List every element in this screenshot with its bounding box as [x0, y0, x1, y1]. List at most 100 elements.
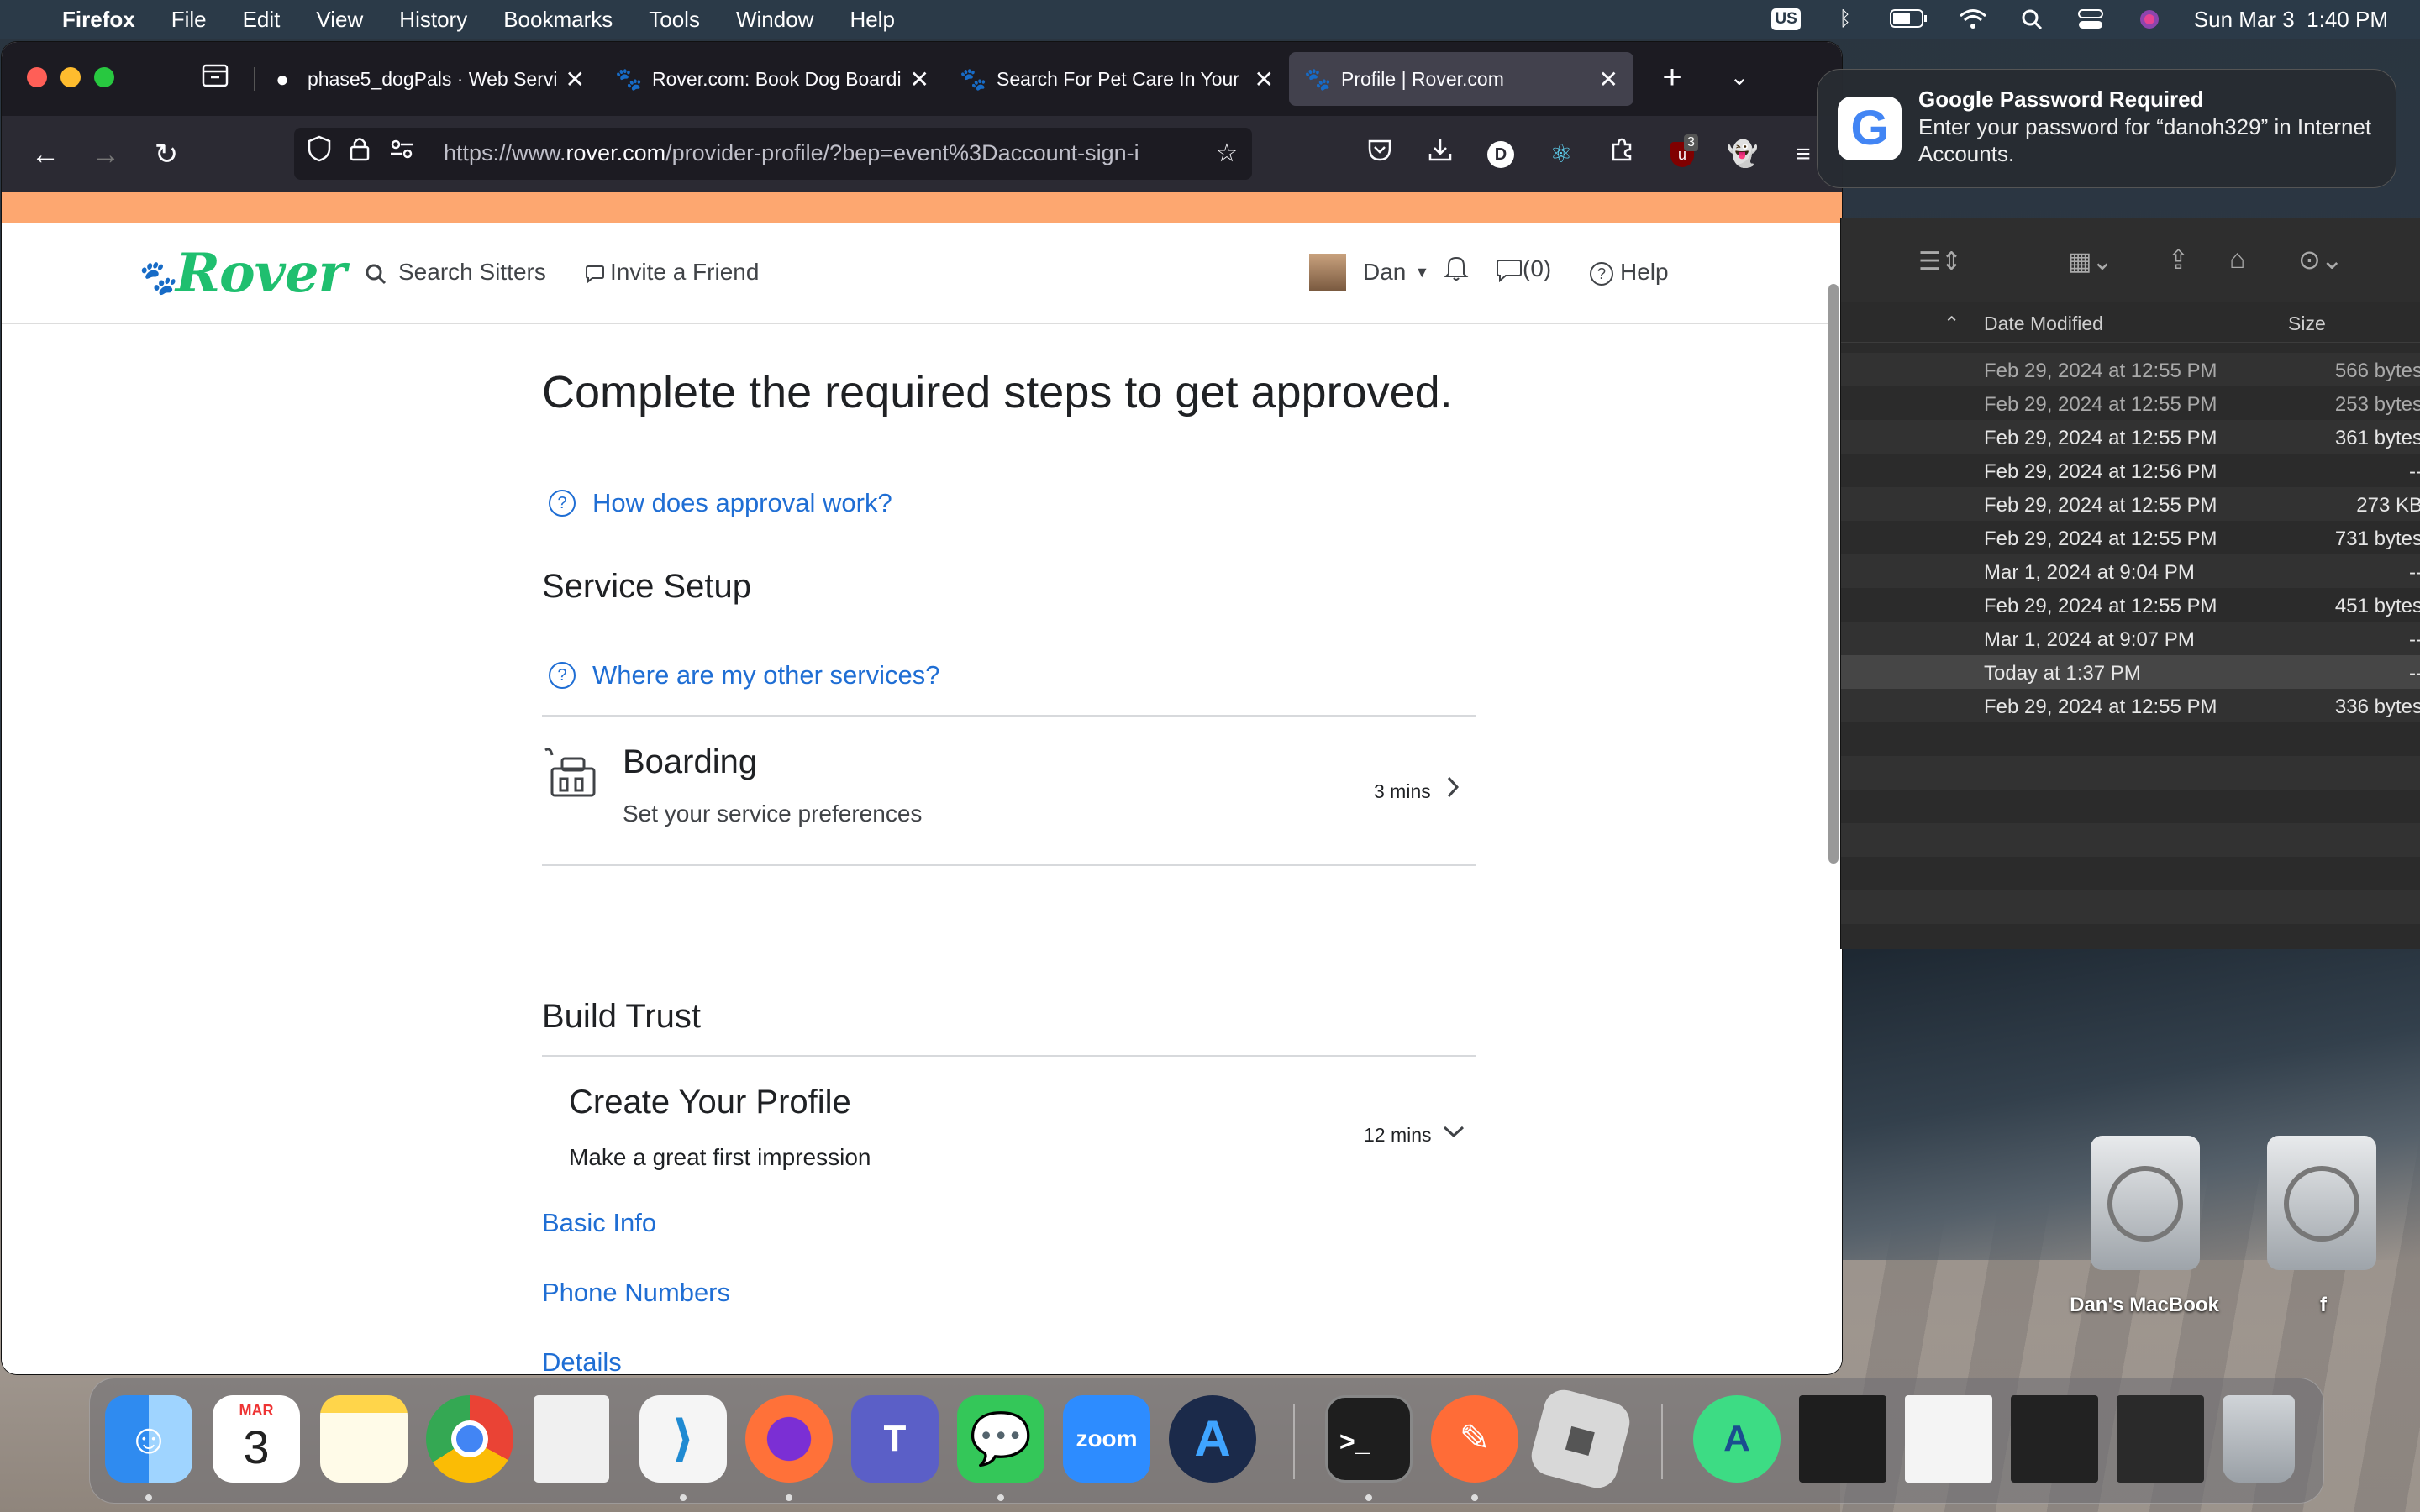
menu-file[interactable]: File	[171, 7, 207, 33]
calendar-icon[interactable]: MAR 3	[213, 1395, 300, 1483]
help-link[interactable]: ? Help	[1590, 259, 1669, 286]
pocket-icon[interactable]	[1361, 136, 1398, 173]
react-devtools-icon[interactable]: ⚛	[1543, 136, 1580, 173]
arc-icon[interactable]: A	[1169, 1395, 1256, 1483]
basic-info-link[interactable]: Basic Info	[542, 1208, 656, 1238]
phone-numbers-link[interactable]: Phone Numbers	[542, 1278, 730, 1308]
more-actions-icon[interactable]: ⊙⌄	[2298, 244, 2344, 276]
macbook-drive-label[interactable]: Dan's MacBook	[2052, 1294, 2237, 1317]
finder-row[interactable]: Feb 29, 2024 at 12:55 PM 273 KB	[1841, 487, 2420, 521]
tab-rover-search[interactable]: 🐾 Search For Pet Care In Your ✕	[944, 52, 1289, 106]
ublock-origin-icon[interactable]: u 3	[1664, 134, 1701, 173]
lock-icon[interactable]	[341, 135, 378, 172]
postman-icon[interactable]: ✎	[1431, 1395, 1518, 1483]
reload-icon[interactable]: ↻	[148, 136, 185, 173]
notes-icon[interactable]	[320, 1395, 408, 1483]
tag-icon[interactable]: ⌂	[2229, 244, 2245, 275]
how-approval-works-link[interactable]: ? How does approval work?	[542, 488, 892, 518]
details-link[interactable]: Details	[542, 1347, 622, 1374]
teams-icon[interactable]: T	[851, 1395, 939, 1483]
control-center-icon[interactable]	[2076, 8, 2105, 30]
list-all-tabs-chevron-icon[interactable]: ⌄	[1721, 59, 1758, 96]
new-tab-icon[interactable]: +	[1654, 59, 1691, 96]
finder-row[interactable]: Today at 1:37 PM--	[1841, 655, 2420, 689]
spotlight-search-icon[interactable]	[2018, 8, 2046, 30]
document-icon[interactable]	[534, 1395, 609, 1483]
finder-row[interactable]: Feb 29, 2024 at 12:56 PM--	[1841, 454, 2420, 487]
tracking-shield-icon[interactable]	[301, 135, 338, 172]
finder-icon[interactable]: ☺	[105, 1395, 192, 1483]
list-view-icon[interactable]: ☰⇕	[1918, 247, 1962, 276]
terminal-icon[interactable]: >_	[1325, 1395, 1413, 1483]
finder-row[interactable]: Feb 29, 2024 at 12:55 PM 253 bytes	[1841, 386, 2420, 420]
bluetooth-icon[interactable]: ᛒ	[1831, 8, 1860, 30]
forward-arrow-icon[interactable]: →	[87, 136, 124, 173]
close-tab-icon[interactable]: ✕	[566, 66, 585, 93]
finder-row[interactable]: Feb 29, 2024 at 12:55 PM 731 bytes	[1841, 521, 2420, 554]
ghost-extension-icon[interactable]: 👻	[1724, 136, 1761, 173]
bookmark-star-icon[interactable]: ☆	[1208, 135, 1245, 172]
tab-rover-boarding[interactable]: 🐾 Rover.com: Book Dog Boardi ✕	[600, 52, 944, 106]
firefox-icon[interactable]	[745, 1395, 833, 1483]
tab-github[interactable]: ● phase5_dogPals · Web Servi ✕	[255, 52, 600, 106]
chrome-icon[interactable]	[426, 1395, 513, 1483]
permissions-icon[interactable]	[383, 135, 420, 172]
menu-help[interactable]: Help	[850, 7, 894, 33]
create-profile-row[interactable]: Create Your Profile Make a great first i…	[542, 1057, 1476, 1208]
extensions-puzzle-icon[interactable]	[1603, 136, 1640, 173]
group-icon[interactable]: ▦⌄	[2068, 247, 2112, 276]
size-column[interactable]: Size	[2288, 312, 2326, 335]
battery-icon[interactable]	[1889, 8, 1928, 30]
f-drive-label[interactable]: f	[2302, 1294, 2344, 1317]
finder-row[interactable]: Feb 29, 2024 at 12:55 PM 566 bytes	[1841, 353, 2420, 386]
google-password-notification[interactable]: G Google Password Required Enter your pa…	[1817, 69, 2396, 188]
messages-icon[interactable]: 💬	[957, 1395, 1044, 1483]
finder-row[interactable]: Mar 1, 2024 at 9:04 PM--	[1841, 554, 2420, 588]
notifications-bell-icon[interactable]	[1444, 254, 1469, 288]
page-scrollbar[interactable]	[1828, 284, 1839, 864]
boarding-row[interactable]: Boarding Set your service preferences 3 …	[542, 717, 1476, 864]
minimize-window-button[interactable]	[60, 67, 81, 87]
messages-link[interactable]: (0)	[1496, 255, 1551, 282]
close-tab-icon[interactable]: ✕	[1255, 66, 1274, 93]
dark-reader-extension-icon[interactable]: D	[1482, 136, 1519, 173]
user-menu[interactable]: Dan ▼	[1309, 254, 1429, 291]
minimized-window-thumbnail[interactable]	[2011, 1395, 2098, 1483]
search-sitters-link[interactable]: Search Sitters	[365, 259, 546, 286]
menu-tools[interactable]: Tools	[649, 7, 700, 33]
other-services-link[interactable]: ? Where are my other services?	[542, 660, 939, 690]
menu-history[interactable]: History	[399, 7, 467, 33]
menu-window[interactable]: Window	[736, 7, 813, 33]
address-bar[interactable]: https://www.rover.com/provider-profile/?…	[294, 128, 1252, 180]
zoom-icon[interactable]: zoom	[1063, 1395, 1150, 1483]
minimized-window-thumbnail[interactable]	[1905, 1395, 1992, 1483]
vscode-icon[interactable]: ⟩	[639, 1395, 727, 1483]
trash-icon[interactable]	[2223, 1395, 2295, 1483]
macbook-drive-icon[interactable]	[2082, 1136, 2208, 1270]
finder-row[interactable]: Feb 29, 2024 at 12:55 PM 361 bytes	[1841, 420, 2420, 454]
finder-row[interactable]: Feb 29, 2024 at 12:55 PM 336 bytes	[1841, 689, 2420, 722]
firefox-view-icon[interactable]	[197, 60, 234, 97]
menu-bookmarks[interactable]: Bookmarks	[503, 7, 613, 33]
back-arrow-icon[interactable]: ←	[27, 136, 64, 173]
menu-app-name[interactable]: Firefox	[62, 7, 135, 33]
rover-logo[interactable]: 🐾Rover	[134, 242, 346, 305]
share-icon[interactable]: ⇪	[2167, 244, 2190, 276]
close-tab-icon[interactable]: ✕	[1599, 66, 1618, 93]
finder-row[interactable]: Mar 1, 2024 at 9:07 PM--	[1841, 622, 2420, 655]
input-source-icon[interactable]: US	[1771, 8, 1801, 30]
menu-view[interactable]: View	[316, 7, 363, 33]
minimized-window-thumbnail[interactable]	[1799, 1395, 1886, 1483]
maximize-window-button[interactable]	[94, 67, 114, 87]
menu-datetime[interactable]: Sun Mar 3 1:40 PM	[2194, 7, 2388, 33]
finder-row[interactable]: Feb 29, 2024 at 12:55 PM 451 bytes	[1841, 588, 2420, 622]
date-modified-column[interactable]: Date Modified	[1984, 312, 2103, 335]
downloads-icon[interactable]	[1422, 136, 1459, 173]
invite-friend-link[interactable]: Invite a Friend	[585, 259, 759, 286]
roblox-icon[interactable]: ◼	[1527, 1385, 1634, 1493]
f-drive-icon[interactable]	[2259, 1136, 2385, 1270]
menu-edit[interactable]: Edit	[243, 7, 281, 33]
sort-chevron-up-icon[interactable]: ⌃	[1944, 312, 1960, 335]
siri-icon[interactable]	[2135, 8, 2164, 30]
wifi-icon[interactable]	[1959, 8, 1987, 30]
